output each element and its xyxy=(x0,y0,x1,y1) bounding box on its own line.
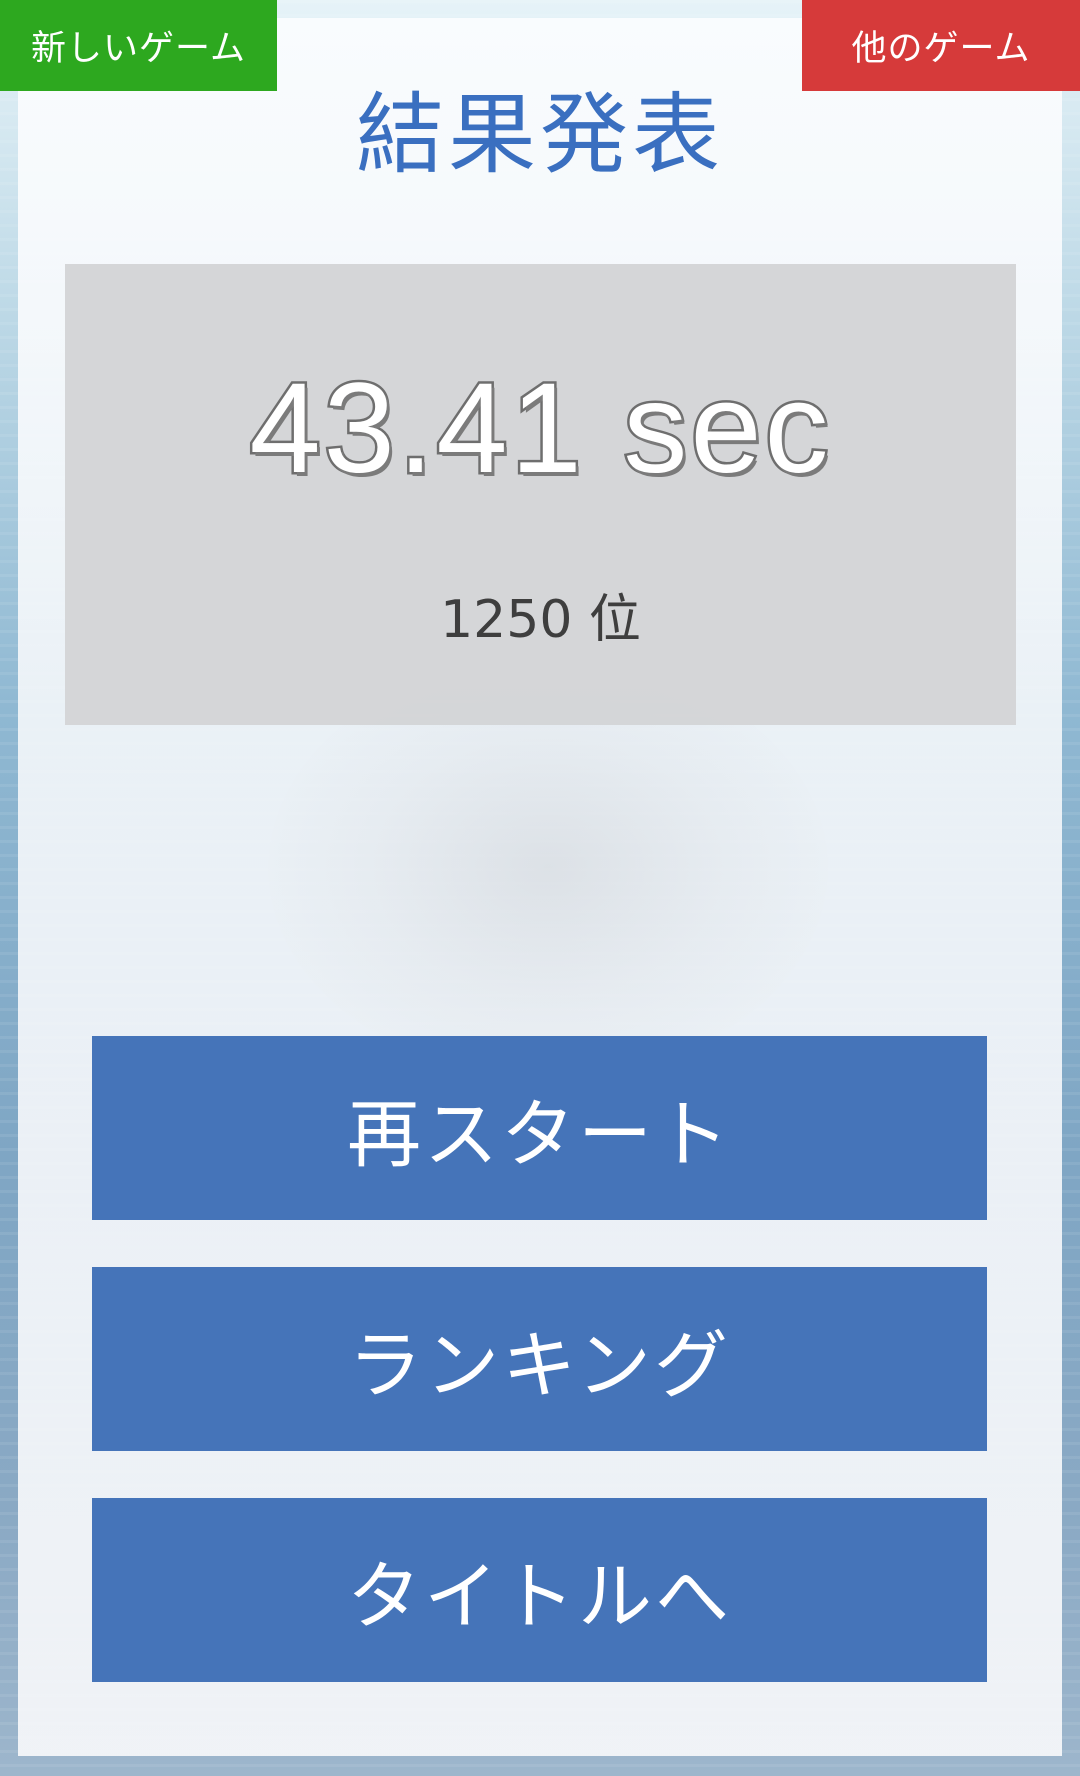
rank-result: 1250 位 xyxy=(440,590,641,650)
time-result: 43.41 sec xyxy=(247,355,832,503)
result-box: 43.41 sec 1250 位 xyxy=(65,264,1016,725)
page-title: 結果発表 xyxy=(355,83,724,186)
back-to-title-button[interactable]: タイトルへ xyxy=(92,1498,987,1682)
other-games-button[interactable]: 他のゲーム xyxy=(802,0,1080,91)
ranking-button[interactable]: ランキング xyxy=(92,1267,987,1451)
new-game-button[interactable]: 新しいゲーム xyxy=(0,0,277,91)
restart-button[interactable]: 再スタート xyxy=(92,1036,987,1220)
